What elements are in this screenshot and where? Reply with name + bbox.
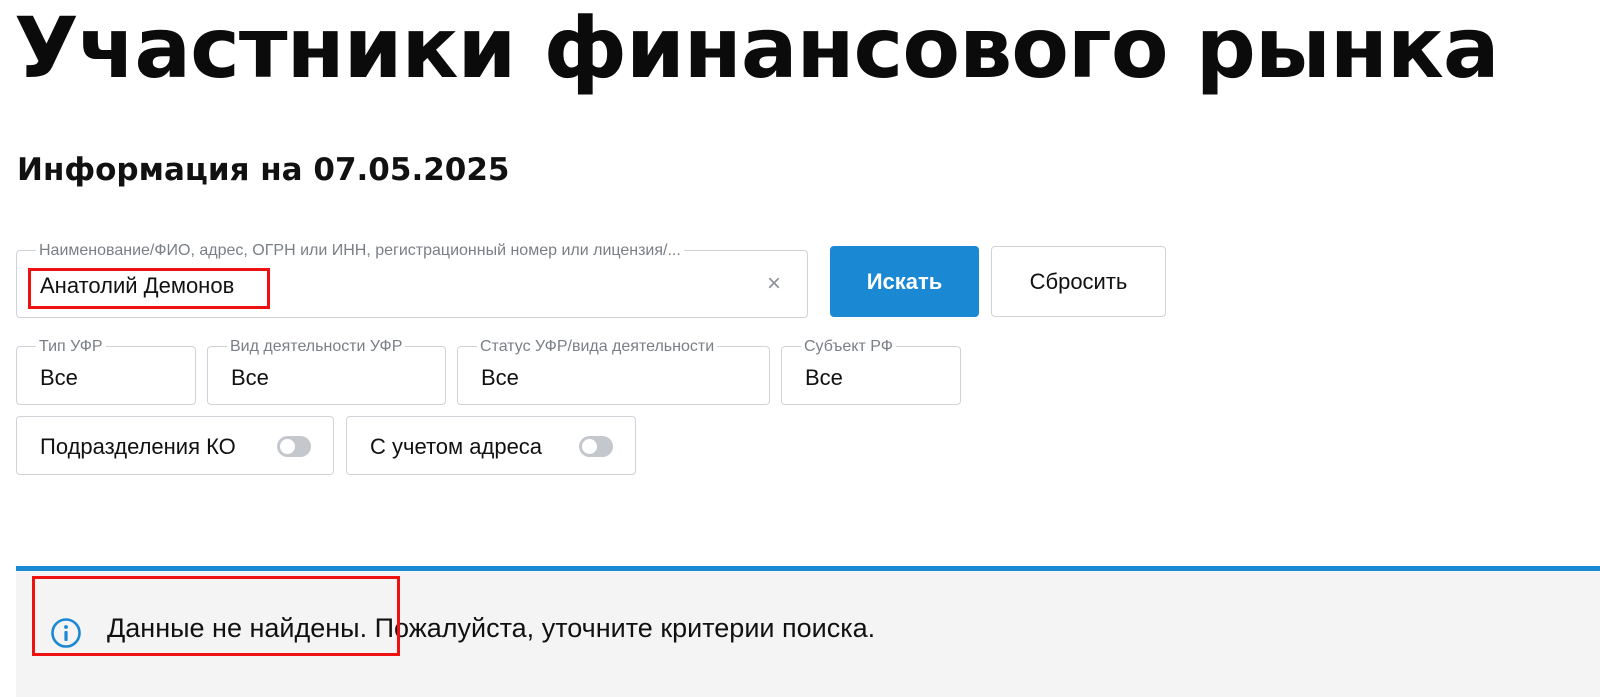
toggle-ko-divisions-label: Подразделения КО: [40, 434, 236, 459]
toggle-knob: [280, 439, 295, 454]
filter-status-select[interactable]: Статус УФР/вида деятельности Все: [457, 338, 770, 405]
page-title: Участники финансового рынка: [14, 0, 1500, 97]
close-icon[interactable]: ×: [767, 271, 781, 297]
no-results-notice: Данные не найдены. Пожалуйста, уточните …: [16, 566, 1600, 697]
toggle-knob: [582, 439, 597, 454]
notice-text: Данные не найдены. Пожалуйста, уточните …: [107, 613, 876, 643]
toggle-with-address[interactable]: С учетом адреса: [346, 416, 636, 475]
filter-type-select[interactable]: Тип УФР Все: [16, 338, 196, 405]
search-field-label: Наименование/ФИО, адрес, ОГРН или ИНН, р…: [36, 242, 684, 260]
filter-kind-value: Все: [231, 365, 269, 390]
filter-status-value: Все: [481, 365, 519, 390]
toggle-ko-divisions-switch[interactable]: [277, 436, 311, 457]
filter-status-label: Статус УФР/вида деятельности: [477, 338, 718, 356]
toggle-ko-divisions[interactable]: Подразделения КО: [16, 416, 334, 475]
toggle-with-address-label: С учетом адреса: [370, 434, 543, 459]
reset-button[interactable]: Сбросить: [991, 246, 1166, 317]
search-button[interactable]: Искать: [830, 246, 979, 317]
filter-region-select[interactable]: Субъект РФ Все: [781, 338, 961, 405]
filter-region-label: Субъект РФ: [801, 338, 896, 356]
info-icon: [51, 618, 81, 648]
filter-type-value: Все: [40, 365, 78, 390]
toggle-with-address-switch[interactable]: [579, 436, 613, 457]
search-field[interactable]: Наименование/ФИО, адрес, ОГРН или ИНН, р…: [16, 242, 808, 318]
page: Участники финансового рынка Информация н…: [0, 0, 1600, 697]
search-input[interactable]: Анатолий Демонов: [40, 273, 234, 299]
filter-region-value: Все: [805, 365, 843, 390]
filter-kind-label: Вид деятельности УФР: [227, 338, 406, 356]
filter-kind-select[interactable]: Вид деятельности УФР Все: [207, 338, 446, 405]
filter-type-label: Тип УФР: [36, 338, 106, 356]
info-date: Информация на 07.05.2025: [17, 152, 510, 188]
